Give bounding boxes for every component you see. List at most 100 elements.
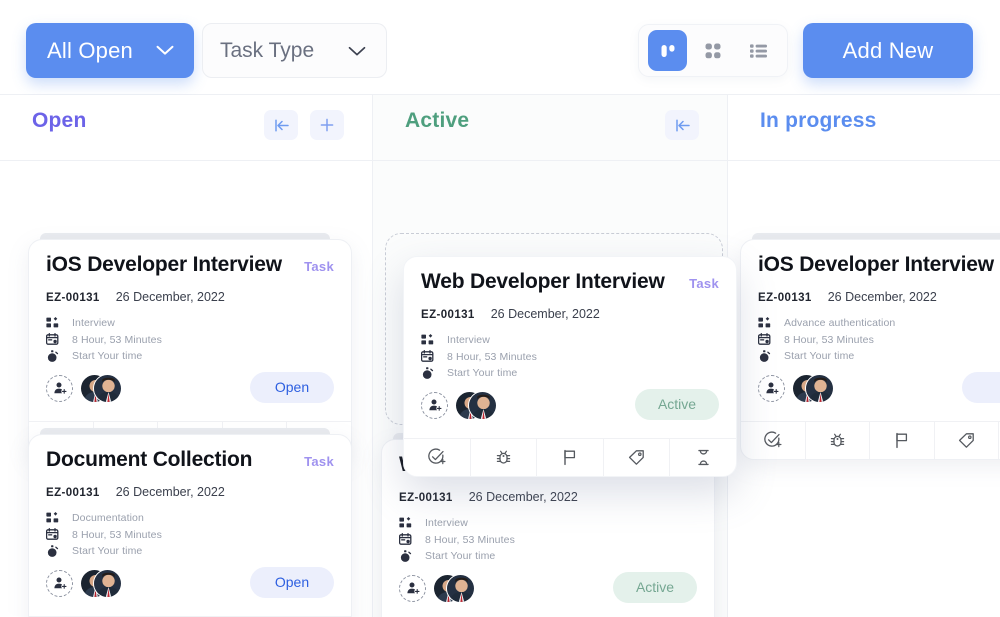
- column-body-active: Web Developer Interview Task EZ-00131 26…: [373, 161, 727, 617]
- card-meta-duration: 8 Hour, 53 Minutes: [399, 532, 697, 549]
- arrow-to-line-left-icon: [273, 118, 290, 133]
- card-date: 26 December, 2022: [116, 485, 225, 499]
- flag-icon[interactable]: [537, 439, 604, 476]
- card-meta-timer: Start Your time: [421, 365, 719, 382]
- card-meta-text: 8 Hour, 53 Minutes: [72, 529, 162, 541]
- card-type-tag: Task: [304, 259, 334, 274]
- status-badge[interactable]: Active: [635, 389, 719, 420]
- status-badge[interactable]: Open: [250, 567, 334, 598]
- card-meta-text: 8 Hour, 53 Minutes: [425, 534, 515, 546]
- duration-calendar-icon: [421, 350, 438, 363]
- tag-icon[interactable]: [935, 422, 1000, 459]
- grid-four-dots-icon: [703, 41, 723, 61]
- duration-calendar-icon: [46, 528, 63, 541]
- card-meta-timer: Start Your time: [758, 348, 1000, 365]
- kanban-board-icon: [658, 41, 678, 61]
- add-subtask-icon[interactable]: [404, 439, 471, 476]
- chevron-down-icon: [156, 45, 174, 56]
- task-card[interactable]: iOS Developer Interview Task EZ-00131 26…: [28, 239, 352, 460]
- board-toolbar: All Open Task Type: [0, 0, 1000, 95]
- add-person-icon[interactable]: [399, 575, 426, 602]
- card-footer-actions: [404, 438, 736, 476]
- grid-view-button[interactable]: [693, 30, 732, 71]
- status-filter-label: All Open: [47, 38, 133, 64]
- status-badge[interactable]: [962, 372, 1000, 403]
- column-title-active: Active: [405, 109, 469, 133]
- duration-calendar-icon: [399, 533, 416, 546]
- bug-icon[interactable]: [806, 422, 871, 459]
- card-meta-text: Start Your time: [72, 350, 142, 362]
- list-view-button[interactable]: [739, 30, 778, 71]
- card-date: 26 December, 2022: [828, 290, 937, 304]
- card-meta-text: Start Your time: [784, 350, 854, 362]
- add-person-icon[interactable]: [421, 392, 448, 419]
- add-subtask-icon[interactable]: [741, 422, 806, 459]
- chevron-down-icon: [348, 46, 366, 57]
- arrow-to-line-left-icon: [674, 118, 691, 133]
- tag-icon[interactable]: [604, 439, 671, 476]
- stopwatch-icon: [46, 350, 63, 363]
- task-card-dragging[interactable]: Web Developer Interview Task EZ-00131 26…: [403, 256, 737, 477]
- add-person-icon[interactable]: [758, 375, 785, 402]
- card-assignee-row: Open: [46, 567, 334, 605]
- card-meta-category: Advance authentication: [758, 315, 1000, 332]
- stopwatch-icon: [46, 545, 63, 558]
- card-meta-category: Interview: [399, 515, 697, 532]
- flag-icon[interactable]: [870, 422, 935, 459]
- card-title: Web Developer Interview: [421, 270, 719, 294]
- category-grid-icon: [421, 334, 438, 347]
- column-body-in-progress: iOS Developer Interview Task EZ-00131 26…: [728, 161, 1000, 617]
- task-board-app: All Open Task Type: [0, 0, 1000, 617]
- list-view-icon: [748, 41, 769, 61]
- card-meta-duration: 8 Hour, 53 Minutes: [46, 332, 334, 349]
- column-body-open: iOS Developer Interview Task EZ-00131 26…: [0, 161, 372, 617]
- category-grid-icon: [758, 317, 775, 330]
- card-date: 26 December, 2022: [491, 307, 600, 321]
- plus-icon: [319, 117, 335, 133]
- card-meta-text: Advance authentication: [784, 317, 895, 329]
- add-person-icon[interactable]: [46, 570, 73, 597]
- task-card[interactable]: Document Collection Task EZ-00131 26 Dec…: [28, 434, 352, 617]
- card-meta-text: 8 Hour, 53 Minutes: [784, 334, 874, 346]
- stopwatch-icon: [758, 350, 775, 363]
- card-assignee-row: Active: [421, 389, 719, 427]
- card-id: EZ-00131: [46, 487, 100, 499]
- status-badge[interactable]: Open: [250, 372, 334, 403]
- board-view-button[interactable]: [648, 30, 687, 71]
- bug-icon[interactable]: [471, 439, 538, 476]
- card-footer-actions: [741, 421, 1000, 459]
- card-title: Document Collection: [46, 448, 334, 472]
- status-filter-dropdown[interactable]: All Open: [26, 23, 194, 78]
- card-meta-list: Interview 8 Hour, 53 Minutes: [399, 515, 697, 565]
- task-type-dropdown[interactable]: Task Type: [202, 23, 387, 78]
- card-meta-text: Interview: [72, 317, 115, 329]
- card-meta-text: Start Your time: [72, 545, 142, 557]
- card-id: EZ-00131: [421, 309, 475, 321]
- task-card[interactable]: iOS Developer Interview Task EZ-00131 26…: [740, 239, 1000, 460]
- card-type-tag: Task: [304, 454, 334, 469]
- duration-calendar-icon: [758, 333, 775, 346]
- card-type-tag: Task: [689, 276, 719, 291]
- card-id: EZ-00131: [399, 492, 453, 504]
- card-meta-timer: Start Your time: [46, 543, 334, 560]
- card-assignee-row: [758, 372, 1000, 410]
- card-id: EZ-00131: [46, 292, 100, 304]
- add-person-icon[interactable]: [46, 375, 73, 402]
- avatar: [468, 391, 497, 420]
- card-meta-list: Interview 8 Hour, 53 Minutes: [421, 332, 719, 382]
- card-meta-category: Interview: [421, 332, 719, 349]
- add-task-button[interactable]: [310, 110, 344, 140]
- collapse-column-button[interactable]: [665, 110, 699, 140]
- add-new-button[interactable]: Add New: [803, 23, 973, 78]
- card-meta-category: Documentation: [46, 510, 334, 527]
- stopwatch-icon: [399, 550, 416, 563]
- card-id: EZ-00131: [758, 292, 812, 304]
- status-badge[interactable]: Active: [613, 572, 697, 603]
- card-meta-text: 8 Hour, 53 Minutes: [447, 351, 537, 363]
- collapse-column-button[interactable]: [264, 110, 298, 140]
- card-meta-text: Start Your time: [447, 367, 517, 379]
- card-meta-list: Advance authentication 8 Hour, 53 Minute…: [758, 315, 1000, 365]
- category-grid-icon: [399, 517, 416, 530]
- card-title: iOS Developer Interview: [46, 253, 334, 277]
- hourglass-icon[interactable]: [670, 439, 736, 476]
